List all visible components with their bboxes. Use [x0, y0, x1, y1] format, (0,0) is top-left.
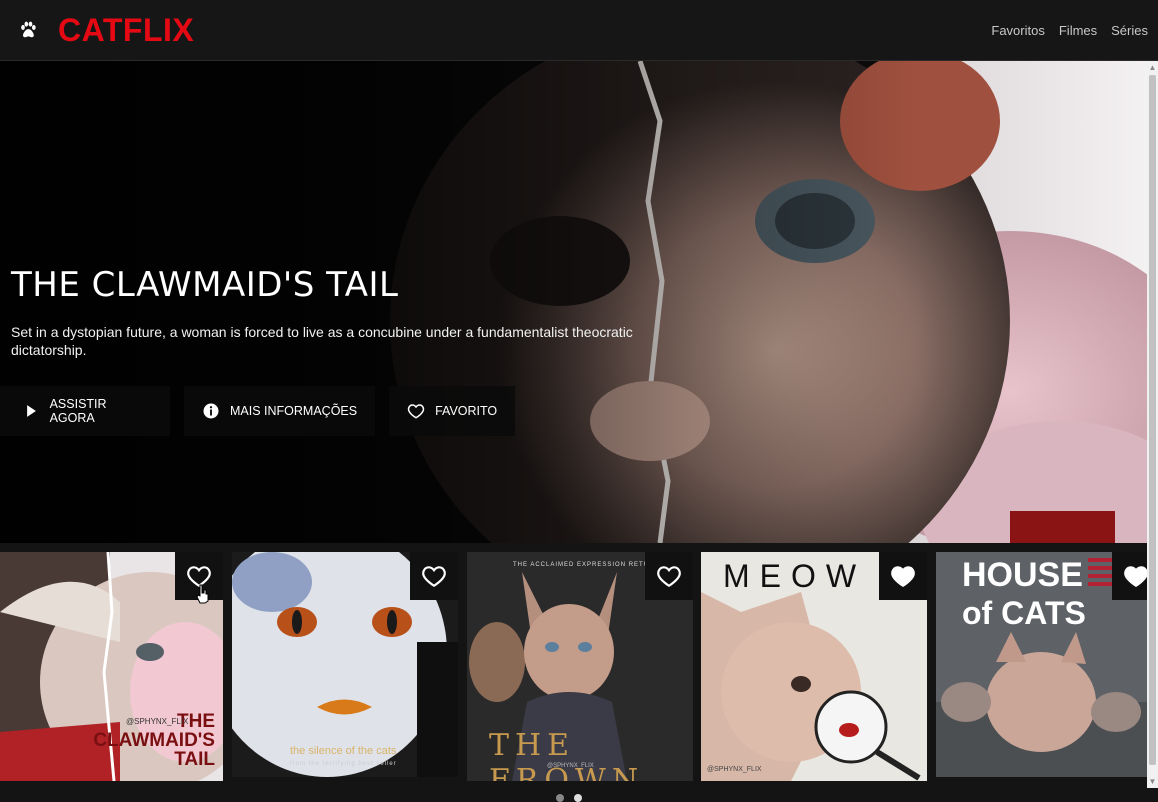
- title-card-the-frown[interactable]: THE ACCLAIMED EXPRESSION RETURNS THE FRO…: [467, 552, 693, 781]
- hero-banner: THE CLAWMAID'S TAIL Set in a dystopian f…: [0, 61, 1147, 543]
- poster-tagline: from the terrifying best seller: [290, 761, 397, 767]
- watch-now-button[interactable]: ASSISTIR AGORA: [0, 386, 170, 436]
- hero-description: Set in a dystopian future, a woman is fo…: [11, 324, 633, 358]
- poster-header: THE ACCLAIMED EXPRESSION RETURNS: [513, 562, 665, 568]
- titles-carousel: THE CLAWMAID'S TAIL @SPHYNX_FLIX the sil…: [0, 543, 1147, 800]
- poster-title: the silence of the cats: [290, 745, 397, 757]
- carousel-dot[interactable]: [556, 794, 564, 802]
- favorite-label: FAVORITO: [435, 404, 498, 418]
- poster-title: MEOW: [723, 558, 867, 594]
- heart-filled-icon: [891, 566, 915, 588]
- more-info-button[interactable]: MAIS INFORMAÇÕES: [184, 386, 376, 436]
- scrollbar-thumb[interactable]: [1149, 75, 1156, 765]
- main-nav: Favoritos Filmes Séries: [991, 23, 1148, 38]
- poster-title: HOUSE of CATS: [962, 556, 1086, 632]
- play-icon: [27, 405, 36, 417]
- title-card-house-of-cats[interactable]: HOUSE of CATS: [936, 552, 1147, 777]
- poster-credit: @SPHYNX_FLIX: [547, 763, 594, 769]
- favorite-toggle[interactable]: [645, 552, 693, 600]
- poster-credit: @SPHYNX_FLIX: [126, 717, 189, 726]
- nav-series[interactable]: Séries: [1111, 23, 1148, 38]
- watch-now-label: ASSISTIR AGORA: [49, 397, 107, 425]
- hero-content: THE CLAWMAID'S TAIL Set in a dystopian f…: [11, 265, 671, 359]
- page-scrollbar[interactable]: ▲ ▼: [1147, 61, 1158, 788]
- favorite-toggle[interactable]: [410, 552, 458, 600]
- carousel-pagination: [556, 794, 582, 802]
- title-card-meow[interactable]: MEOW @SPHYNX_FLIX: [701, 552, 927, 781]
- poster-title-line: TAIL: [174, 749, 215, 770]
- poster-title-line: CLAWMAID'S: [93, 730, 215, 751]
- poster-title-line: of CATS: [962, 595, 1086, 631]
- info-icon: [203, 403, 219, 419]
- scroll-up-arrow-icon[interactable]: ▲: [1147, 62, 1158, 73]
- hero-actions: ASSISTIR AGORA MAIS INFORMAÇÕES FAVORITO: [0, 386, 516, 436]
- nav-favoritos[interactable]: Favoritos: [991, 23, 1044, 38]
- nav-filmes[interactable]: Filmes: [1059, 23, 1097, 38]
- top-navbar: CATFLIX Favoritos Filmes Séries: [0, 0, 1158, 61]
- heart-outline-icon: [657, 566, 681, 588]
- scroll-down-arrow-icon[interactable]: ▼: [1147, 776, 1158, 787]
- catflix-logo[interactable]: CATFLIX: [58, 12, 194, 49]
- poster-title: THE FROWN: [489, 728, 645, 781]
- favorite-toggle[interactable]: [1112, 552, 1147, 600]
- poster-title-line: HOUSE: [962, 556, 1083, 594]
- heart-filled-icon: [1124, 566, 1147, 588]
- favorite-toggle[interactable]: [879, 552, 927, 600]
- poster-credit: @SPHYNX_FLIX: [707, 766, 762, 773]
- paw-icon[interactable]: [18, 20, 38, 40]
- heart-outline-icon: [407, 404, 425, 419]
- more-info-label: MAIS INFORMAÇÕES: [230, 404, 358, 418]
- carousel-dot-active[interactable]: [574, 794, 582, 802]
- title-card-silence-of-the-cats[interactable]: the silence of the cats from the terrify…: [232, 552, 458, 777]
- heart-outline-icon: [422, 566, 446, 588]
- favorite-button[interactable]: FAVORITO: [389, 386, 516, 436]
- hero-title: THE CLAWMAID'S TAIL: [11, 265, 399, 305]
- hand-pointer-cursor-icon: [196, 584, 209, 604]
- title-card-clawmaids-tail[interactable]: THE CLAWMAID'S TAIL @SPHYNX_FLIX: [0, 552, 223, 781]
